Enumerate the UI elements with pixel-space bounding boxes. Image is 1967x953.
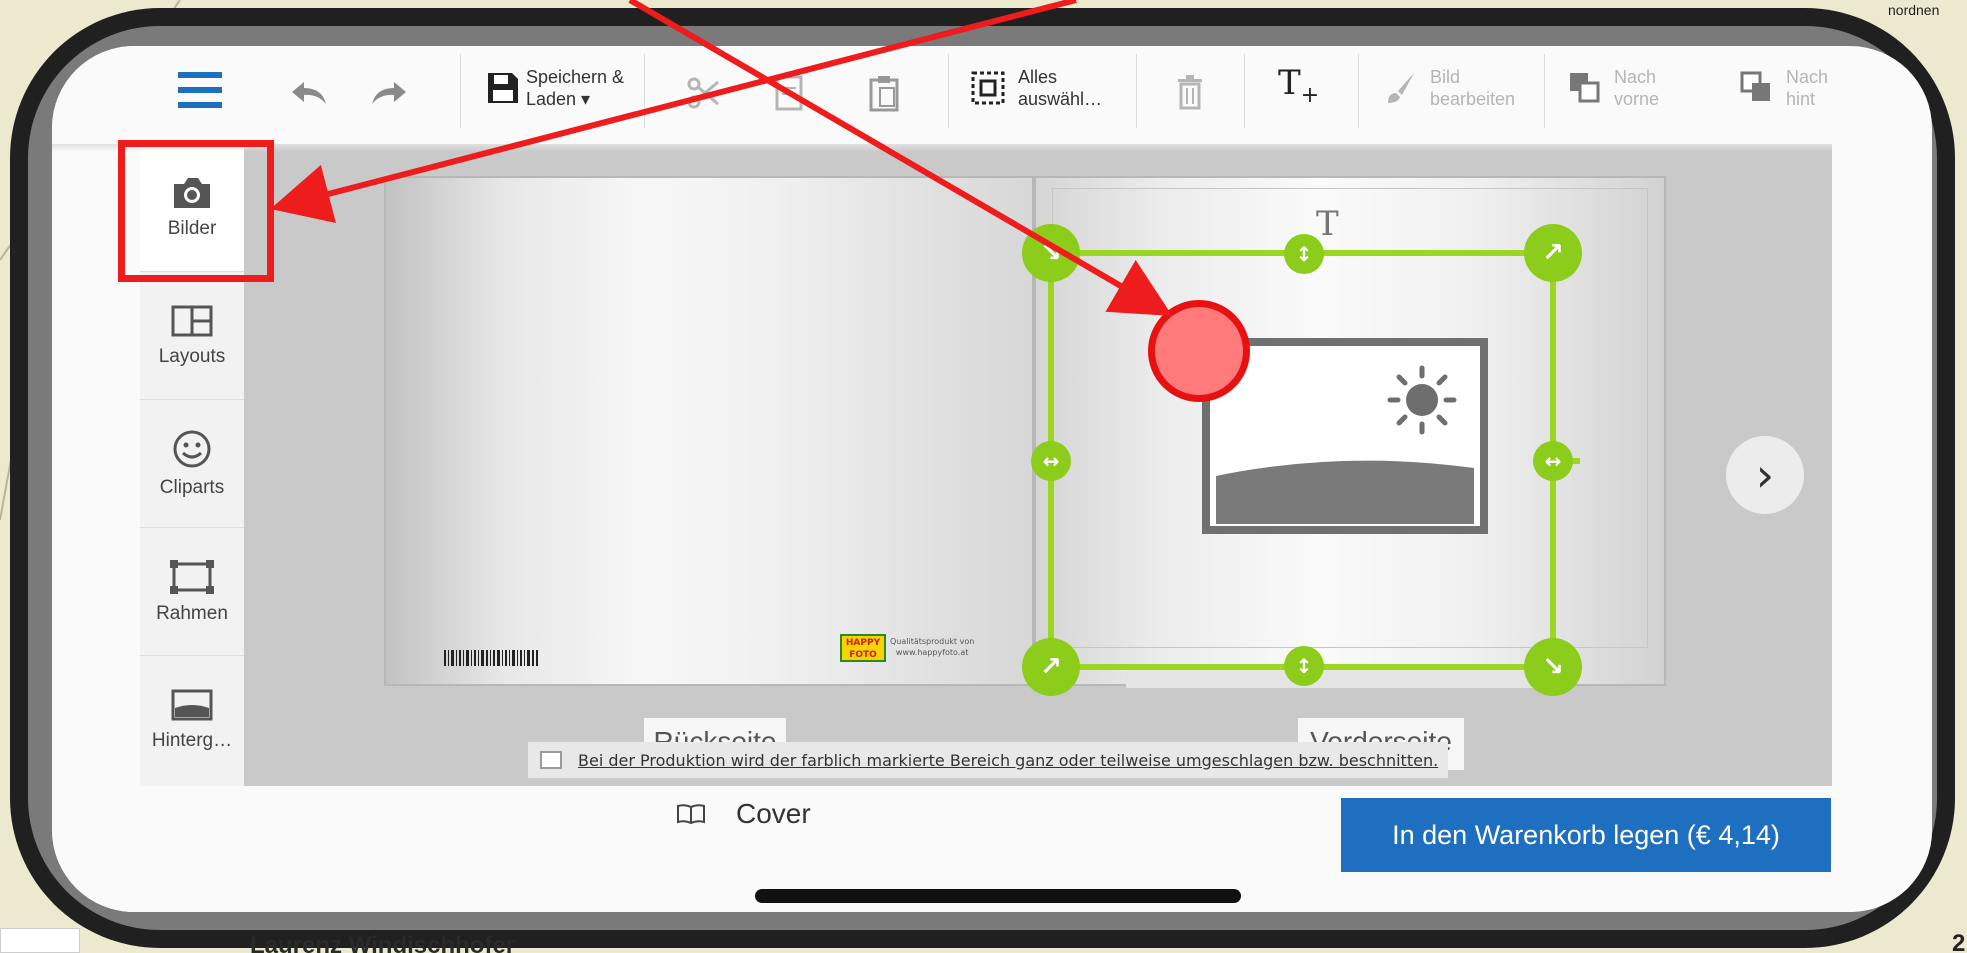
toolbar-separator <box>948 54 949 128</box>
floppy-disk-icon <box>488 73 518 103</box>
resize-handle-top-right[interactable]: ↗ <box>1524 224 1582 282</box>
bring-front-icon <box>1570 73 1600 103</box>
home-indicator <box>755 889 1241 903</box>
add-text-icon: T+ <box>1278 63 1320 108</box>
redo-button[interactable] <box>368 78 408 108</box>
back-page[interactable]: HAPPY FOTO Qualitätsprodukt von www.happ… <box>384 176 1034 686</box>
highlight-box-bilder <box>118 140 274 282</box>
quality-text-line-2: www.happyfoto.at <box>895 648 969 657</box>
tap-indicator <box>1148 300 1250 402</box>
send-back-line-1: Nach <box>1786 67 1829 87</box>
select-all-line-1: Alles <box>1018 67 1058 87</box>
edit-image-label: Bild bearbeiten <box>1430 66 1515 110</box>
toolbar-shadow <box>52 144 1832 152</box>
cut-button[interactable] <box>686 76 720 110</box>
copy-button[interactable] <box>774 74 804 112</box>
toolbar-separator <box>1358 54 1359 128</box>
resize-handle-top[interactable]: ↕ <box>1284 234 1324 274</box>
resize-handle-left[interactable]: ↔ <box>1031 441 1071 481</box>
author-name: Laurenz Windischhofer <box>250 932 516 953</box>
background-icon <box>171 689 213 721</box>
send-back-label: Nach hint <box>1786 66 1828 110</box>
resize-handle-top-left[interactable]: ↘ <box>1022 224 1080 282</box>
toolbar-separator <box>460 54 461 128</box>
select-all-label: Alles auswähl… <box>1018 66 1102 110</box>
chevron-right-icon: › <box>1755 448 1775 502</box>
sidebar-item-label: Layouts <box>158 345 226 367</box>
scissors-icon <box>687 77 719 109</box>
next-page-button[interactable]: › <box>1726 436 1804 514</box>
edit-image-line-1: Bild <box>1430 67 1461 87</box>
sidebar-item-label: Rahmen <box>156 602 228 624</box>
send-back-line-2: hint <box>1786 89 1816 109</box>
save-load-button[interactable]: Speichern & Laden ▾ <box>486 66 624 110</box>
delete-button[interactable] <box>1176 74 1204 110</box>
corner-text: nordnen <box>1888 2 1940 18</box>
add-to-cart-button[interactable]: In den Warenkorb legen (€ 4,14) <box>1341 798 1831 872</box>
happyfoto-logo: HAPPY FOTO <box>840 634 886 662</box>
resize-handle-right[interactable]: ↔ <box>1533 441 1573 481</box>
text-placeholder-icon[interactable]: T <box>1316 204 1339 244</box>
trash-icon <box>1178 75 1202 110</box>
edit-image-line-2: bearbeiten <box>1430 89 1516 109</box>
toolbar-separator <box>1244 54 1245 128</box>
quality-text: Qualitätsprodukt von www.happyfoto.at <box>890 636 974 658</box>
toolbar-separator <box>1136 54 1137 128</box>
clipboard-icon <box>869 76 899 112</box>
hamburger-menu-icon <box>178 72 222 108</box>
sidebar-item-layouts[interactable]: Layouts <box>140 272 244 400</box>
brush-icon <box>1388 73 1414 103</box>
slide-page-number: 2 <box>1952 930 1966 953</box>
smiley-icon <box>173 430 211 467</box>
sidebar-item-label: Hinterg… <box>151 730 233 751</box>
quality-text-line-1: Qualitätsprodukt von <box>890 637 975 646</box>
cover-button[interactable]: Cover <box>676 798 811 830</box>
notice-color-swatch <box>540 751 562 769</box>
edit-image-button[interactable]: Bild bearbeiten <box>1384 66 1515 110</box>
sidebar-item-hintergrund[interactable]: Hinterg… <box>140 656 244 784</box>
bring-to-front-button[interactable]: Nach vorne <box>1568 66 1659 110</box>
select-all-button[interactable]: Alles auswähl… <box>970 66 1102 110</box>
app-screen: HAPPY FOTO Qualitätsprodukt von www.happ… <box>52 46 1932 912</box>
select-all-icon <box>971 71 1005 105</box>
copy-icon <box>775 75 803 111</box>
save-load-label: Speichern & Laden ▾ <box>526 66 624 110</box>
redo-icon <box>372 82 406 104</box>
layout-icon <box>171 305 213 336</box>
resize-handle-bottom-right[interactable]: ↘ <box>1524 638 1582 696</box>
sidebar-item-rahmen[interactable]: Rahmen <box>140 528 244 656</box>
send-to-back-button[interactable]: Nach hint <box>1740 66 1828 110</box>
toolbar-separator <box>1544 54 1545 128</box>
cover-label: Cover <box>736 798 811 829</box>
add-text-button[interactable]: T+ <box>1278 63 1320 108</box>
menu-button[interactable] <box>178 70 222 110</box>
bring-front-label: Nach vorne <box>1614 66 1659 110</box>
production-notice: Bei der Produktion wird der farblich mar… <box>528 742 1448 778</box>
undo-icon <box>292 82 326 104</box>
frame-icon <box>170 559 214 594</box>
paste-button[interactable] <box>868 74 900 112</box>
send-back-icon <box>1740 71 1770 101</box>
toolbar-separator <box>644 54 645 128</box>
save-label-line-2: Laden ▾ <box>526 89 591 109</box>
notice-text[interactable]: Bei der Produktion wird der farblich mar… <box>578 751 1438 770</box>
sidebar-item-label: Cliparts <box>159 476 225 498</box>
save-label-line-1: Speichern & <box>526 67 625 87</box>
resize-handle-bottom-left[interactable]: ↗ <box>1022 638 1080 696</box>
select-all-line-2: auswähl… <box>1018 89 1103 109</box>
sidebar-item-cliparts[interactable]: Cliparts <box>140 400 244 528</box>
resize-handle-bottom[interactable]: ↕ <box>1284 646 1324 686</box>
bring-front-line-1: Nach <box>1614 67 1657 87</box>
slide-thumbnail <box>0 928 80 953</box>
open-book-icon <box>677 804 705 825</box>
undo-button[interactable] <box>290 78 330 108</box>
barcode <box>444 650 538 666</box>
bring-front-line-2: vorne <box>1614 89 1660 109</box>
